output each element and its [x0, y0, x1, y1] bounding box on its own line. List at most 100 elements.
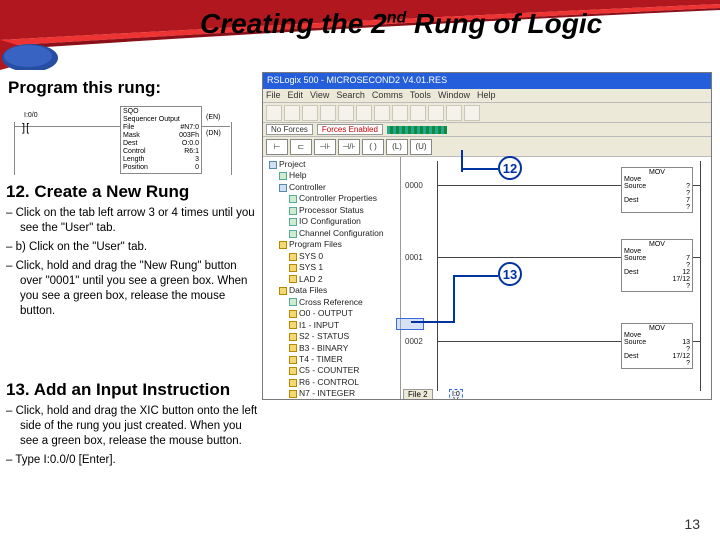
tree-item[interactable]: IO Configuration: [265, 216, 398, 227]
tree-item[interactable]: Channel Configuration: [265, 228, 398, 239]
tree-item-label: Controller: [289, 182, 326, 192]
menu-item[interactable]: Comms: [372, 90, 403, 101]
tree-item[interactable]: SYS 0: [265, 251, 398, 262]
folder-icon: [289, 218, 297, 226]
page-number: 13: [684, 516, 700, 532]
xio-button[interactable]: ⊣/⊦: [338, 139, 360, 155]
menu-item[interactable]: File: [266, 90, 281, 101]
ladder-editor[interactable]: File 2 0000 MOVMoveSource??Dest7? 0001 MOVM…: [401, 157, 711, 400]
instruction-box[interactable]: MOVMoveSource??Dest7?: [621, 167, 693, 213]
menu-item[interactable]: Tools: [410, 90, 431, 101]
folder-icon: [289, 253, 297, 261]
instruction-box[interactable]: MOVMoveSource13?Dest17/12?: [621, 323, 693, 369]
list-item: Click, hold and drag the XIC button onto…: [6, 404, 261, 449]
tree-item-label: O0 - OUTPUT: [299, 308, 353, 318]
tree-item[interactable]: N7 - INTEGER: [265, 388, 398, 399]
tree-item[interactable]: Data Files: [265, 285, 398, 296]
menu-item[interactable]: Help: [477, 90, 496, 101]
menu-bar[interactable]: File Edit View Search Comms Tools Window…: [263, 89, 711, 103]
tree-item[interactable]: S2 - STATUS: [265, 331, 398, 342]
tree-item-label: IO Configuration: [299, 216, 361, 226]
tree-item-label: SYS 1: [299, 262, 323, 272]
folder-icon: [289, 264, 297, 272]
toolbar-button[interactable]: [356, 105, 372, 121]
toolbar-button[interactable]: [302, 105, 318, 121]
tree-item[interactable]: Program Files: [265, 239, 398, 250]
xic-drag-preview: I:0] [0: [449, 389, 463, 400]
ote-button[interactable]: ( ): [362, 139, 384, 155]
toolbar-button[interactable]: [284, 105, 300, 121]
tree-item[interactable]: I1 - INPUT: [265, 320, 398, 331]
tree-item[interactable]: Controller: [265, 182, 398, 193]
folder-icon: [279, 287, 287, 295]
menu-item[interactable]: Edit: [288, 90, 304, 101]
tree-item[interactable]: T4 - TIMER: [265, 354, 398, 365]
tree-item-label: Cross Reference: [299, 297, 363, 307]
rung-number[interactable]: 0001: [405, 253, 423, 262]
xic-button[interactable]: ⊣⊦: [314, 139, 336, 155]
instruction-box[interactable]: MOVMoveSource7?Dest1217/12?: [621, 239, 693, 292]
menu-item[interactable]: Search: [336, 90, 365, 101]
tree-item[interactable]: Controller Properties: [265, 193, 398, 204]
toolbar-button[interactable]: [374, 105, 390, 121]
toolbar-button[interactable]: [266, 105, 282, 121]
menu-item[interactable]: Window: [438, 90, 470, 101]
folder-icon: [289, 321, 297, 329]
menu-item[interactable]: View: [310, 90, 329, 101]
folder-icon: [289, 230, 297, 238]
folder-icon: [289, 298, 297, 306]
otl-button[interactable]: (L): [386, 139, 408, 155]
tree-item-label: R6 - CONTROL: [299, 377, 359, 387]
rung-number[interactable]: 0002: [405, 337, 423, 346]
status-bar: No Forces Forces Enabled: [263, 123, 711, 137]
folder-icon: [289, 344, 297, 352]
toolbar-button[interactable]: [464, 105, 480, 121]
tree-item[interactable]: Project: [265, 159, 398, 170]
tree-item-label: SYS 0: [299, 251, 323, 261]
toolbar-button[interactable]: [428, 105, 444, 121]
sqo-box: SQO Sequencer Output File#N7:0 Mask003Fh…: [120, 106, 202, 174]
folder-icon: [289, 207, 297, 215]
toolbar-button[interactable]: [410, 105, 426, 121]
tree-item[interactable]: LAD 2: [265, 274, 398, 285]
tree-item-label: N7 - INTEGER: [299, 388, 355, 398]
tree-item-label: I1 - INPUT: [299, 320, 339, 330]
toolbar-button[interactable]: [392, 105, 408, 121]
no-forces-label: No Forces: [266, 124, 313, 135]
callout-line: [453, 275, 498, 277]
file-tab[interactable]: File 2: [403, 389, 433, 400]
tree-item[interactable]: SYS 1: [265, 262, 398, 273]
folder-icon: [279, 172, 287, 180]
new-rung-button[interactable]: ⊢: [266, 139, 288, 155]
title-banner: Creating the 2nd Rung of Logic: [0, 0, 720, 70]
rung-number[interactable]: 0000: [405, 181, 423, 190]
callout-12: 12: [498, 156, 522, 180]
tree-item[interactable]: Processor Status: [265, 205, 398, 216]
tree-item[interactable]: R6 - CONTROL: [265, 377, 398, 388]
tree-item-label: Channel Configuration: [299, 228, 384, 238]
list-item: Type I:0.0/0 [Enter].: [6, 453, 261, 468]
tree-item[interactable]: Help: [265, 170, 398, 181]
toolbar-button[interactable]: [338, 105, 354, 121]
tree-item-label: Program Files: [289, 239, 342, 249]
tree-item[interactable]: O0 - OUTPUT: [265, 308, 398, 319]
folder-icon: [289, 333, 297, 341]
folder-icon: [279, 184, 287, 192]
subtitle: Program this rung:: [8, 78, 161, 98]
folder-icon: [289, 356, 297, 364]
xic-symbol: ] [: [22, 122, 28, 134]
sqo-en: (EN): [206, 114, 220, 121]
toolbar-button[interactable]: [446, 105, 462, 121]
tree-item-label: LAD 2: [299, 274, 323, 284]
tree-item[interactable]: B3 - BINARY: [265, 343, 398, 354]
list-item: b) Click on the "User" tab.: [6, 240, 261, 255]
tree-item[interactable]: C5 - COUNTER: [265, 365, 398, 376]
toolbar-button[interactable]: [320, 105, 336, 121]
step-13-heading: 13. Add an Input Instruction: [6, 380, 230, 400]
folder-icon: [289, 390, 297, 398]
project-tree[interactable]: ProjectHelpControllerController Properti…: [263, 157, 401, 400]
branch-button[interactable]: ⊏: [290, 139, 312, 155]
otu-button[interactable]: (U): [410, 139, 432, 155]
tree-item[interactable]: Cross Reference: [265, 297, 398, 308]
tree-item-label: Controller Properties: [299, 193, 377, 203]
